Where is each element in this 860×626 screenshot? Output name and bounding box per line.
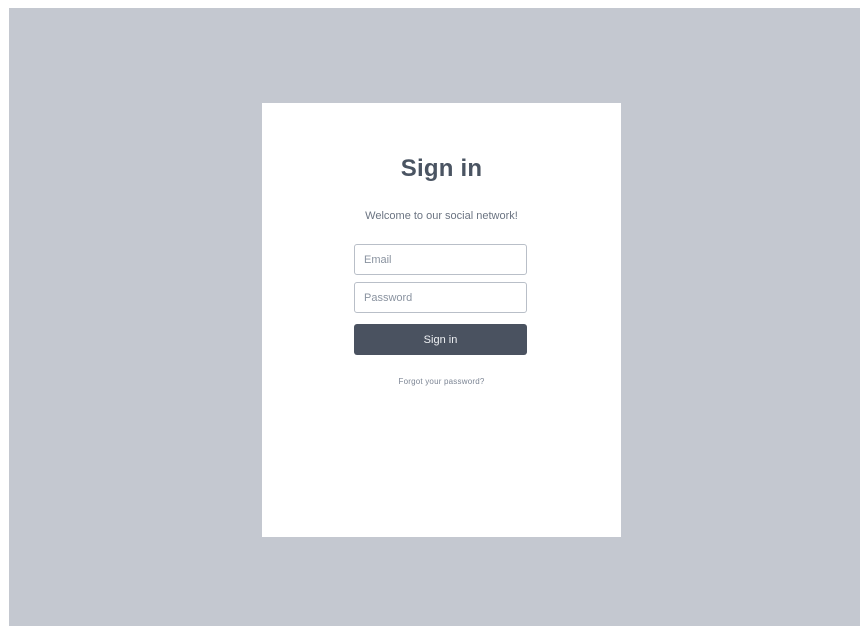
page-background: Sign in Welcome to our social network! S… (9, 8, 860, 626)
forgot-password-link[interactable]: Forgot your password? (262, 377, 621, 386)
password-field[interactable] (354, 282, 527, 313)
email-field[interactable] (354, 244, 527, 275)
page-title: Sign in (400, 155, 483, 182)
signin-card: Sign in Welcome to our social network! S… (262, 103, 621, 537)
sign-in-button[interactable]: Sign in (354, 324, 527, 355)
welcome-message: Welcome to our social network! (365, 210, 518, 222)
